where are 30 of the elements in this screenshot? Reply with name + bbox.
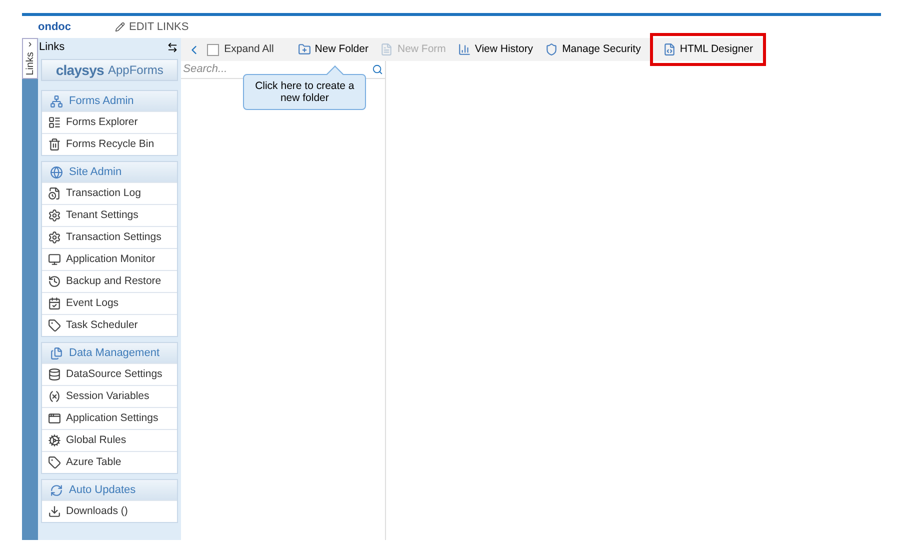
sidebar-item[interactable]: Transaction Settings	[42, 226, 178, 248]
brand-link[interactable]: ondoc	[38, 18, 71, 36]
tooltip: Click here to create a new folder	[243, 74, 366, 110]
sidebar-item[interactable]: Application Monitor	[42, 248, 178, 270]
sidebar-item[interactable]: Backup and Restore	[42, 270, 178, 292]
sidebar-item[interactable]: Global Rules	[42, 429, 178, 451]
edit-links-link[interactable]: EDIT LINKS	[129, 18, 189, 36]
toolbar-button[interactable]: View History	[452, 38, 540, 61]
sidebar-item[interactable]: Transaction Log	[42, 182, 178, 204]
sidebar-item[interactable]: Event Logs	[42, 292, 178, 314]
toolbar-button[interactable]: New Folder	[292, 38, 374, 61]
toolbar-button[interactable]: HTML Designer	[652, 36, 763, 63]
group-header[interactable]: Auto Updates	[42, 480, 178, 500]
sidebar-item[interactable]: Tenant Settings	[42, 204, 178, 226]
sidebar-item[interactable]: Forms Recycle Bin	[42, 133, 178, 155]
sidebar-item[interactable]: DataSource Settings	[42, 363, 178, 385]
sidebar-item[interactable]: Session Variables	[42, 385, 178, 407]
links-tab[interactable]: › Links	[22, 38, 38, 80]
sidebar-item[interactable]: Task Scheduler	[42, 314, 178, 336]
group-header[interactable]: Forms Admin	[42, 91, 178, 111]
sidebar-item[interactable]: Downloads ()	[42, 500, 178, 522]
toolbar-button[interactable]: Manage Security	[539, 38, 647, 61]
expand-all-checkbox[interactable]: Expand All	[207, 42, 274, 58]
group-header[interactable]: Data Management	[42, 343, 178, 363]
sidebar-item[interactable]: Application Settings	[42, 407, 178, 429]
appforms-logo: claysys AppForms	[41, 59, 178, 81]
sidebar-item[interactable]: Forms Explorer	[42, 111, 178, 133]
group-header[interactable]: Site Admin	[42, 162, 178, 182]
sidebar-item[interactable]: Azure Table	[42, 451, 178, 473]
sidebar-title: Links	[39, 40, 65, 55]
